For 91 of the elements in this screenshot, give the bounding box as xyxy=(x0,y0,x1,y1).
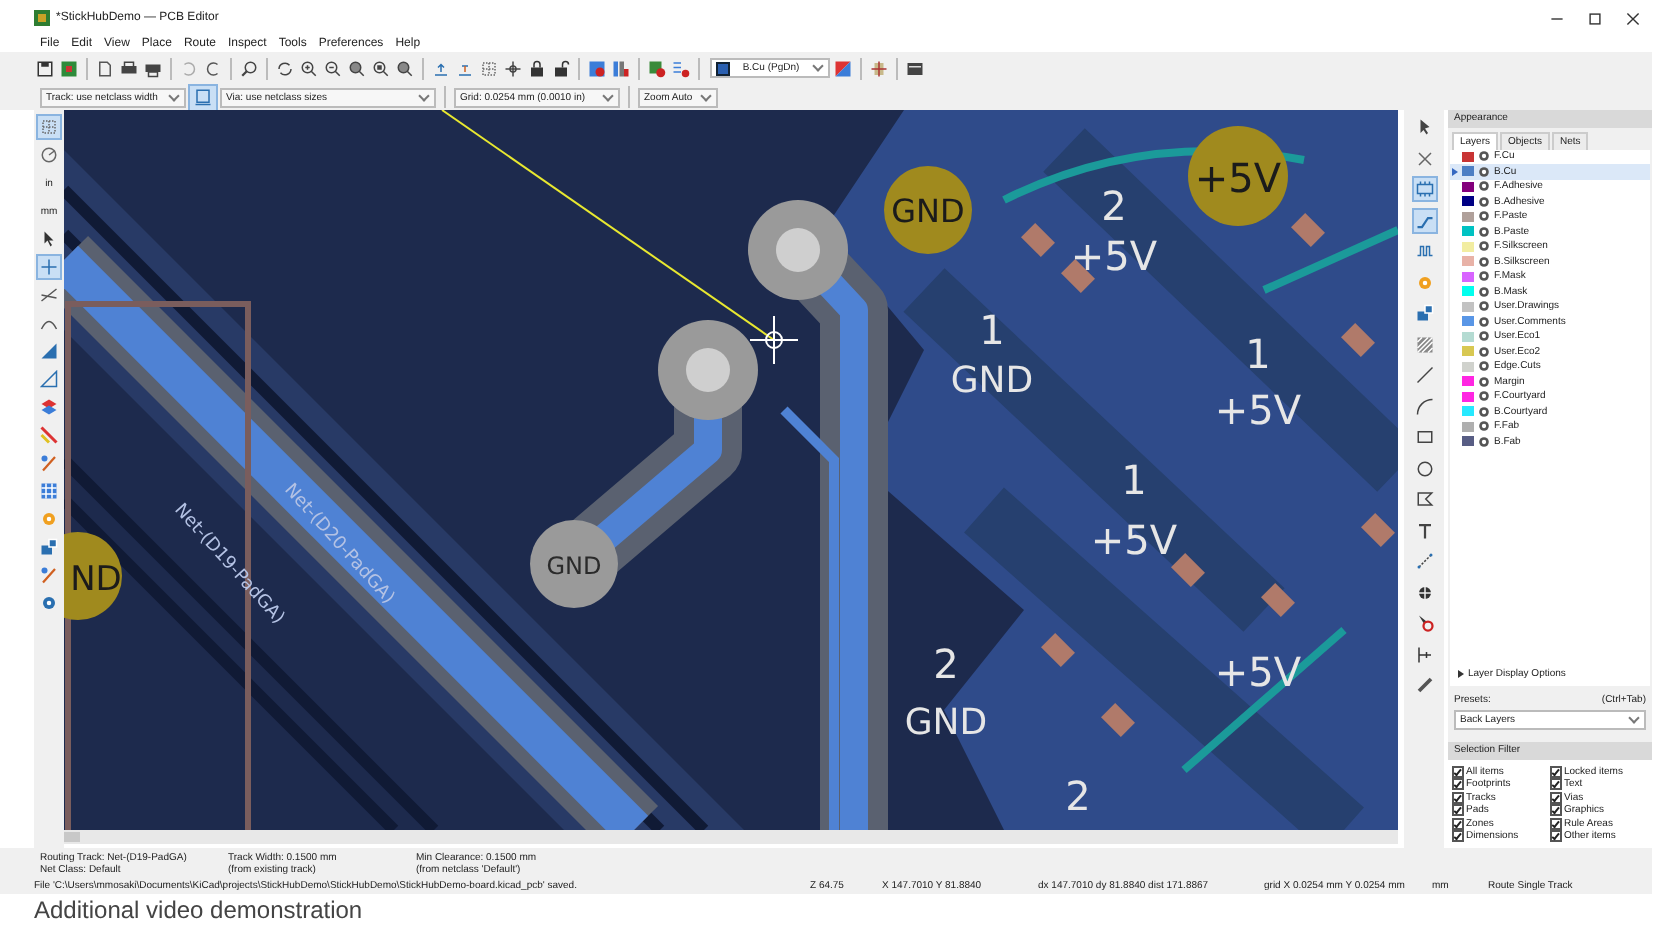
app-icon xyxy=(34,10,50,26)
pad-label: 1 xyxy=(980,306,1006,354)
layer-color-swatch[interactable] xyxy=(1462,346,1474,357)
highlight-net-icon[interactable] xyxy=(38,452,61,474)
layer-color-swatch[interactable] xyxy=(1462,406,1474,417)
net-color-icon[interactable] xyxy=(38,424,61,446)
layer-color-swatch[interactable] xyxy=(1462,151,1474,162)
refresh-icon[interactable] xyxy=(274,57,296,79)
auto-width-toggle[interactable] xyxy=(190,85,216,109)
layer-color-swatch[interactable] xyxy=(1462,376,1474,387)
circle-icon[interactable] xyxy=(1413,457,1436,479)
layer-color-swatch[interactable] xyxy=(1462,331,1474,342)
layer-color-swatch[interactable] xyxy=(1462,241,1474,252)
search-icon[interactable] xyxy=(238,57,260,79)
grid-icon[interactable] xyxy=(38,116,61,138)
horizontal-scrollbar[interactable] xyxy=(64,830,1399,844)
pad-label: GND xyxy=(547,552,603,580)
zoom-fit-icon[interactable] xyxy=(346,57,368,79)
layers-icon[interactable] xyxy=(38,396,61,418)
scrollbar-thumb[interactable] xyxy=(64,832,81,842)
text-tool-icon[interactable] xyxy=(1413,519,1436,541)
footprint-add-icon[interactable] xyxy=(1413,302,1436,324)
polygon-icon[interactable] xyxy=(1413,488,1436,510)
ratsnest-icon[interactable] xyxy=(38,284,61,306)
pad-label: +5V xyxy=(1215,386,1302,434)
pad-label: +5V xyxy=(1071,232,1158,280)
layer-color-swatch[interactable] xyxy=(1462,361,1474,372)
rectangle-icon[interactable] xyxy=(1413,426,1436,448)
library-icon[interactable] xyxy=(610,57,632,79)
maximize-icon[interactable] xyxy=(1588,11,1602,25)
grid-settings-icon[interactable] xyxy=(38,480,61,502)
dimension-icon[interactable] xyxy=(1413,550,1436,572)
ruler-icon[interactable] xyxy=(1413,674,1436,696)
zone-outline-icon[interactable] xyxy=(38,368,61,390)
checklist-icon[interactable] xyxy=(670,57,692,79)
pad-label: 2 xyxy=(1102,182,1128,230)
pad-label: 2 xyxy=(934,640,960,688)
printer-icon[interactable] xyxy=(118,57,140,79)
highlight-net-icon[interactable] xyxy=(38,564,61,586)
caption-heading: Additional video demonstration xyxy=(32,894,365,926)
lock-icon[interactable] xyxy=(526,57,548,79)
layer-pair-icon[interactable] xyxy=(832,57,854,79)
diff-pair-icon[interactable] xyxy=(1413,240,1436,262)
pad-label: 1 xyxy=(1122,456,1148,504)
pad-label: 1 xyxy=(1246,330,1272,378)
layer-color-swatch[interactable] xyxy=(1462,421,1474,432)
zoom-fit-icon[interactable] xyxy=(394,57,416,79)
arc-icon[interactable] xyxy=(1413,395,1436,417)
save-icon[interactable] xyxy=(34,57,56,79)
pad-label: GND xyxy=(951,360,1035,402)
layer-color-swatch[interactable] xyxy=(1462,211,1474,222)
drc-icon[interactable] xyxy=(646,57,668,79)
show-all-icon[interactable] xyxy=(38,592,61,614)
layer-color-swatch[interactable] xyxy=(1462,316,1474,327)
netlist-icon[interactable] xyxy=(586,57,608,79)
pad-label: ND xyxy=(70,560,123,600)
layer-color-swatch[interactable] xyxy=(1462,391,1474,402)
line-icon[interactable] xyxy=(1413,364,1436,386)
circuit-board-icon[interactable] xyxy=(58,57,80,79)
route-track-icon[interactable] xyxy=(1413,209,1436,231)
pad-label: GND xyxy=(905,702,989,744)
footprint-add-icon[interactable] xyxy=(38,536,61,558)
zoom-in-icon[interactable] xyxy=(298,57,320,79)
pad-row-icon[interactable] xyxy=(1413,178,1436,200)
origin-icon[interactable] xyxy=(502,57,524,79)
zoom-objects-icon[interactable] xyxy=(370,57,392,79)
layer-color-swatch[interactable] xyxy=(1462,181,1474,192)
layer-color-swatch[interactable] xyxy=(1462,436,1474,447)
unlock-icon[interactable] xyxy=(550,57,572,79)
zoom-out-icon[interactable] xyxy=(322,57,344,79)
pad-label: GND xyxy=(892,192,966,230)
page-icon[interactable] xyxy=(94,57,116,79)
layer-color-swatch[interactable] xyxy=(1462,226,1474,237)
filled-zone-icon[interactable] xyxy=(38,340,61,362)
pad-label: +5V xyxy=(1195,154,1282,202)
layer-color-swatch[interactable] xyxy=(1462,301,1474,312)
layer-color-swatch[interactable] xyxy=(1462,256,1474,267)
pad-label: 2 xyxy=(1066,772,1092,820)
layer-color-swatch[interactable] xyxy=(1462,166,1474,177)
pad-label: +5V xyxy=(1091,516,1178,564)
close-icon[interactable] xyxy=(1626,11,1640,25)
anchor-icon[interactable] xyxy=(1413,581,1436,603)
pad-label: +5V xyxy=(1215,648,1302,696)
cross-icon[interactable] xyxy=(1413,147,1436,169)
grid-origin-icon[interactable] xyxy=(1413,643,1436,665)
hatched-zone-icon[interactable] xyxy=(1413,333,1436,355)
layer-color-swatch[interactable] xyxy=(1462,271,1474,282)
layer-color-swatch[interactable] xyxy=(1462,286,1474,297)
polar-grid-icon[interactable] xyxy=(38,144,61,166)
layer-color-swatch[interactable] xyxy=(1462,196,1474,207)
crosshair-cursor xyxy=(749,315,800,365)
